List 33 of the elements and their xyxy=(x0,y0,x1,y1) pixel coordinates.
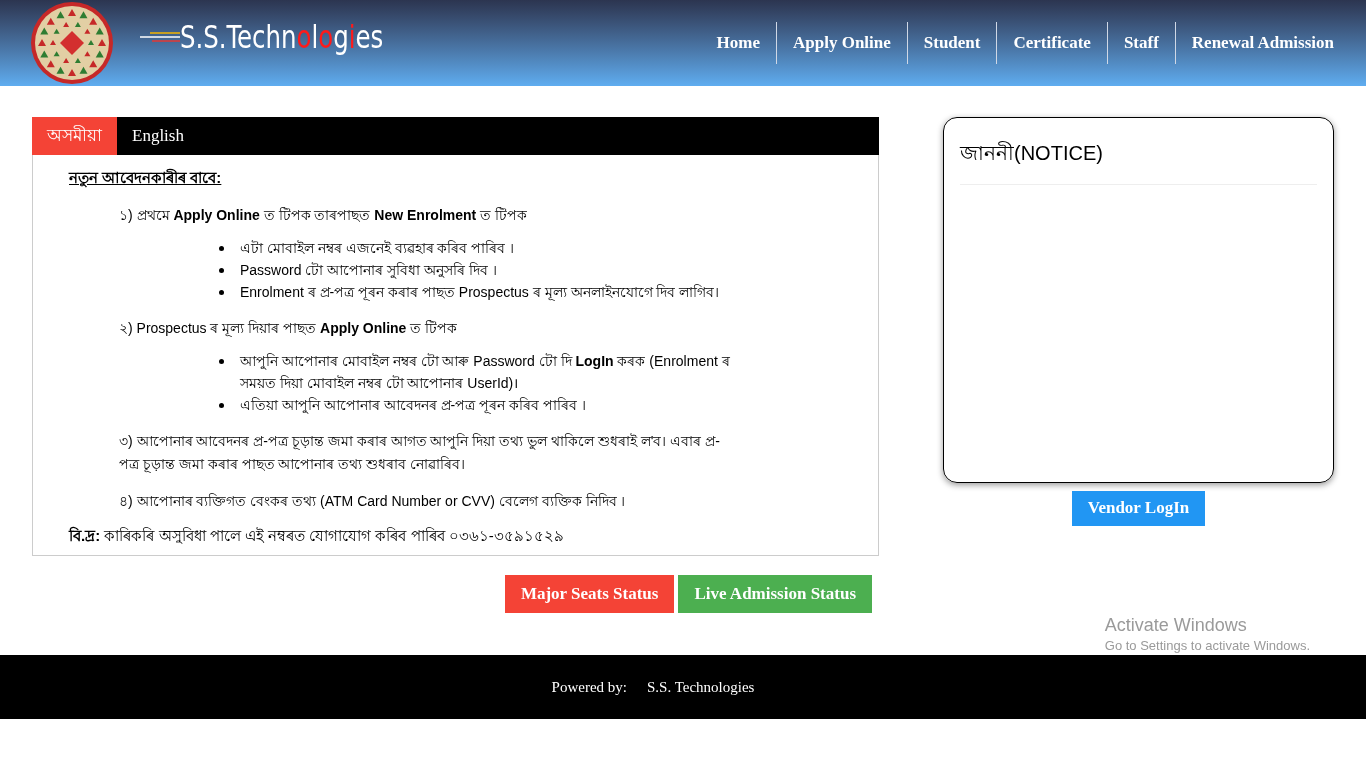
bullet-text: আপুনি আপোনাৰ মোবাইল নম্বৰ টো আৰু Password টো দি LogIn কৰক (Enrolment ৰ সময়ত দিয়া মোবাইল নম্বৰ টো আপোনাৰ UserId)। xyxy=(240,351,731,393)
nav-link[interactable]: Apply Online xyxy=(776,22,907,64)
instruction-step: ৪) আপোনাৰ ব্যক্তিগত বেংকৰ তথ্য (ATM Card Number or CVV) বেলেগ ব্যক্তিক নিদিব । xyxy=(119,489,729,513)
nav-link[interactable]: Home xyxy=(700,22,776,64)
footer-company: S.S. Technologies xyxy=(647,677,755,697)
language-tab[interactable]: অসমীয়া xyxy=(32,117,117,155)
notice-title: জাননী(NOTICE) xyxy=(960,138,1317,185)
speed-lines-icon xyxy=(140,31,180,43)
activation-subtitle: Go to Settings to activate Windows. xyxy=(1104,636,1310,655)
contact-note: বি.দ্ৰ: কাৰিকৰি অসুবিধা পালে এই নম্বৰত যোগাযোগ কৰিব পাৰিব ০৩৬১-৩৫৯১৫২৯ xyxy=(69,525,565,546)
nav-link[interactable]: Renewal Admission xyxy=(1174,22,1350,64)
instruction-step: ৩) আপোনাৰ আবেদনৰ প্ৰ-পত্ৰ চূড়ান্ত জমা কৰাৰ আগত আপুনি দিয়া তথ্য ভুল থাকিলে শুধৰাই ল'ব। এবাৰ প্ৰ-পত্ৰ চূড়ান্ত জমা কৰাৰ পাছত আপোনাৰ তথ্য শুধৰাব নোৱাৰিব। xyxy=(119,429,729,476)
footer-label: Powered by: xyxy=(551,677,627,697)
bullet-icon xyxy=(219,358,224,364)
bullet-icon xyxy=(219,267,224,273)
status-button[interactable]: Major Seats Status xyxy=(504,575,675,613)
instruction-step: ২) Prospectus ৰ মূল্য দিয়াৰ পাছত Apply Online ত টিপক xyxy=(119,316,729,340)
instruction-step: ১) প্ৰথমে Apply Online ত টিপক তাৰপাছত New Enrolment ত টিপক xyxy=(119,203,729,227)
bullet-text: এতিয়া আপুনি আপোনাৰ আবেদনৰ প্ৰ-পত্ৰ পূৰন কৰিব পাৰিব । xyxy=(240,395,586,416)
vendor-login-button[interactable]: Vendor LogIn xyxy=(1071,490,1206,526)
brand-logo-text: S.S.Technologies xyxy=(180,21,384,53)
bullet-icon xyxy=(219,402,224,408)
activation-title: Activate Windows xyxy=(1104,613,1248,636)
instructions-heading: নতুন আবেদনকাৰীৰ বাবে: xyxy=(69,167,223,190)
bullet-icon xyxy=(219,245,224,251)
bullet-icon xyxy=(219,289,224,295)
bullet-text: Enrolment ৰ প্ৰ-পত্ৰ পূৰন কৰাৰ পাছত Prospectus ৰ মূল্য অনলাইনযোগে দিব লাগিব। xyxy=(240,282,720,303)
nav-link[interactable]: Student xyxy=(906,22,997,64)
bullet-text: এটা মোবাইল নম্বৰ এজনেই ব্যৱহাৰ কৰিব পাৰিব । xyxy=(240,238,515,258)
status-button[interactable]: Live Admission Status xyxy=(678,575,872,613)
nav-link[interactable]: Staff xyxy=(1106,22,1175,64)
bullet-text: Password টো আপোনাৰ সুবিধা অনুসৰি দিব । xyxy=(240,260,497,281)
nav-link[interactable]: Certificate xyxy=(996,22,1107,64)
